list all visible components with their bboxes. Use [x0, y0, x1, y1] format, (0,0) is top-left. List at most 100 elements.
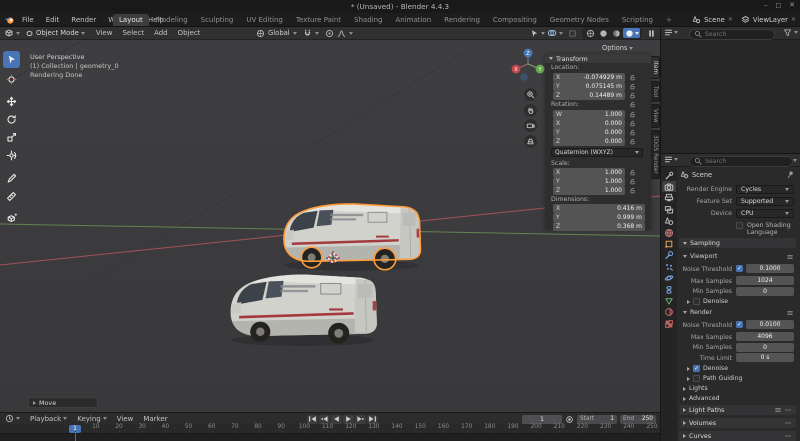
workspace-tab-rendering[interactable]: Rendering: [438, 14, 486, 26]
move-operator-panel[interactable]: Move: [28, 397, 98, 408]
proportional-editing-icon[interactable]: [325, 29, 334, 38]
workspace-tab-animation[interactable]: Animation: [389, 14, 437, 26]
scene-unlink-icon[interactable]: ✕: [728, 16, 733, 23]
render-denoise-toggle[interactable]: ✓Denoise: [687, 364, 794, 373]
transport-play-reverse-button[interactable]: [331, 415, 342, 424]
npanel-tab-3dgs-render[interactable]: 3DGS Render: [651, 130, 660, 179]
workspace-tab-scripting[interactable]: Scripting: [616, 14, 659, 26]
section-sampling[interactable]: Sampling: [679, 238, 796, 248]
proportional-falloff-icon[interactable]: [337, 29, 346, 38]
current-frame-field[interactable]: 1: [522, 415, 562, 424]
proportional-falloff-icon[interactable]: [337, 29, 346, 38]
shading-material-preview-button[interactable]: [610, 28, 622, 38]
shading-solid-button[interactable]: [597, 28, 609, 38]
location-z-lock-icon[interactable]: [629, 92, 636, 99]
transport-jump-start-button[interactable]: [307, 415, 318, 424]
outliner-search-input[interactable]: [705, 31, 770, 38]
menu-lines-icon[interactable]: [786, 253, 794, 261]
rotation-x-lock-icon[interactable]: [629, 120, 636, 127]
add-workspace-button[interactable]: +: [660, 14, 678, 26]
nav-zoom-button[interactable]: [524, 88, 537, 101]
properties-search-input[interactable]: [705, 158, 788, 165]
render-noise-threshold-checkbox[interactable]: ✓: [736, 321, 743, 328]
viewport-denoise-toggle[interactable]: Denoise: [687, 297, 794, 306]
location-x-field[interactable]: X-0.074929 m: [553, 73, 625, 82]
timeline-menu-marker[interactable]: Marker: [138, 415, 172, 423]
show-gizmo-icon[interactable]: [530, 29, 539, 38]
orientation-selector[interactable]: Global: [268, 29, 290, 37]
rotation-mode-dropdown[interactable]: Quaternion (WXYZ): [551, 148, 643, 157]
close-button[interactable]: ✕: [789, 1, 795, 9]
timeline-menu-view[interactable]: View: [112, 415, 139, 423]
section-curves[interactable]: Curves: [679, 431, 796, 441]
rotation-w-field[interactable]: W1.000: [553, 110, 625, 119]
viewport-noise-threshold-checkbox[interactable]: ✓: [736, 265, 743, 272]
pin-id-icon[interactable]: [786, 170, 795, 179]
scale-z-lock-icon[interactable]: [629, 187, 636, 194]
tool-transform-button[interactable]: [3, 147, 20, 164]
van-selected[interactable]: [284, 204, 421, 271]
nav-pan-button[interactable]: [524, 104, 537, 117]
npanel-tab-tool[interactable]: Tool: [651, 81, 660, 102]
view-layer-selector[interactable]: ViewLayer: [753, 16, 788, 24]
outliner-display-mode-icon[interactable]: [664, 28, 673, 37]
viewport-menu-view[interactable]: View: [91, 29, 118, 37]
viewport-menu-add[interactable]: Add: [149, 29, 173, 37]
menu-edit[interactable]: Edit: [40, 16, 66, 24]
auto-keying-icon[interactable]: [565, 415, 574, 424]
location-x-lock-icon[interactable]: [629, 74, 636, 81]
blender-logo-icon[interactable]: [5, 15, 15, 25]
dimensions-y-field[interactable]: Y0.999 m: [553, 213, 645, 222]
snap-magnet-icon[interactable]: [303, 29, 312, 38]
viewport-menu-select[interactable]: Select: [117, 29, 149, 37]
shading-rendered-button[interactable]: [623, 28, 640, 38]
auto-key-icon[interactable]: [565, 415, 574, 424]
snap-magnet-icon[interactable]: [303, 29, 312, 38]
render-time-limit-field[interactable]: 0 s: [736, 353, 794, 362]
tool-move-button[interactable]: [3, 93, 20, 110]
path-guiding-toggle[interactable]: Path Guiding: [687, 374, 794, 383]
workspace-tab-sculpting[interactable]: Sculpting: [195, 14, 240, 26]
timeline-menu-playback[interactable]: Playback: [25, 415, 72, 423]
editor-type-icon[interactable]: [4, 28, 14, 38]
scene-icon[interactable]: [692, 15, 701, 24]
scale-x-lock-icon[interactable]: [629, 169, 636, 176]
proportional-editing-icon[interactable]: [325, 29, 334, 38]
workspace-tab-uv-editing[interactable]: UV Editing: [240, 14, 289, 26]
rotation-z-lock-icon[interactable]: [629, 138, 636, 145]
minimize-button[interactable]: –: [764, 1, 768, 9]
location-y-field[interactable]: Y0.075145 m: [553, 82, 625, 91]
viewport-menu-object[interactable]: Object: [173, 29, 206, 37]
timeline-editor-type-icon[interactable]: [5, 414, 14, 423]
tool-annotate-button[interactable]: [3, 170, 20, 187]
dots-icon[interactable]: [784, 432, 792, 440]
outliner-display-mode-icon[interactable]: [664, 28, 673, 37]
outliner-filter-icon[interactable]: [783, 28, 792, 37]
workspace-tab-compositing[interactable]: Compositing: [487, 14, 543, 26]
tool-add-cube-button[interactable]: [3, 210, 20, 227]
viewport-noise-threshold-field[interactable]: 0.1000: [746, 264, 794, 273]
transport-play-button[interactable]: [343, 415, 354, 424]
subsection-lights[interactable]: Lights: [683, 384, 794, 393]
prop-device-dropdown[interactable]: CPU: [736, 209, 794, 218]
scale-z-field[interactable]: Z1.000: [553, 186, 625, 195]
workspace-tab-modeling[interactable]: Modeling: [150, 14, 194, 26]
section-light-paths[interactable]: Light Paths: [679, 405, 796, 415]
section-volumes[interactable]: Volumes: [679, 418, 796, 428]
workspace-tab-geometry-nodes[interactable]: Geometry Nodes: [544, 14, 615, 26]
nav-toggle-perspective-button[interactable]: [524, 135, 537, 148]
tool-scale-button[interactable]: [3, 129, 20, 146]
viewport-max-samples-field[interactable]: 1024: [736, 276, 794, 285]
transport-next-keyframe-button[interactable]: [355, 415, 366, 424]
tool-rotate-button[interactable]: [3, 111, 20, 128]
viewport-min-samples-field[interactable]: 0: [736, 287, 794, 296]
maximize-button[interactable]: □: [775, 2, 781, 9]
rotation-x-field[interactable]: X0.000: [553, 119, 625, 128]
view-layer-unlink-icon[interactable]: ✕: [791, 16, 796, 23]
properties-editor-type-icon[interactable]: [664, 155, 673, 164]
filter-icon[interactable]: [783, 28, 792, 37]
tool-cursor-button[interactable]: [3, 71, 20, 88]
tool-select-box-button[interactable]: [3, 51, 20, 68]
rotation-w-lock-icon[interactable]: [629, 111, 636, 118]
tool-measure-button[interactable]: [3, 188, 20, 205]
